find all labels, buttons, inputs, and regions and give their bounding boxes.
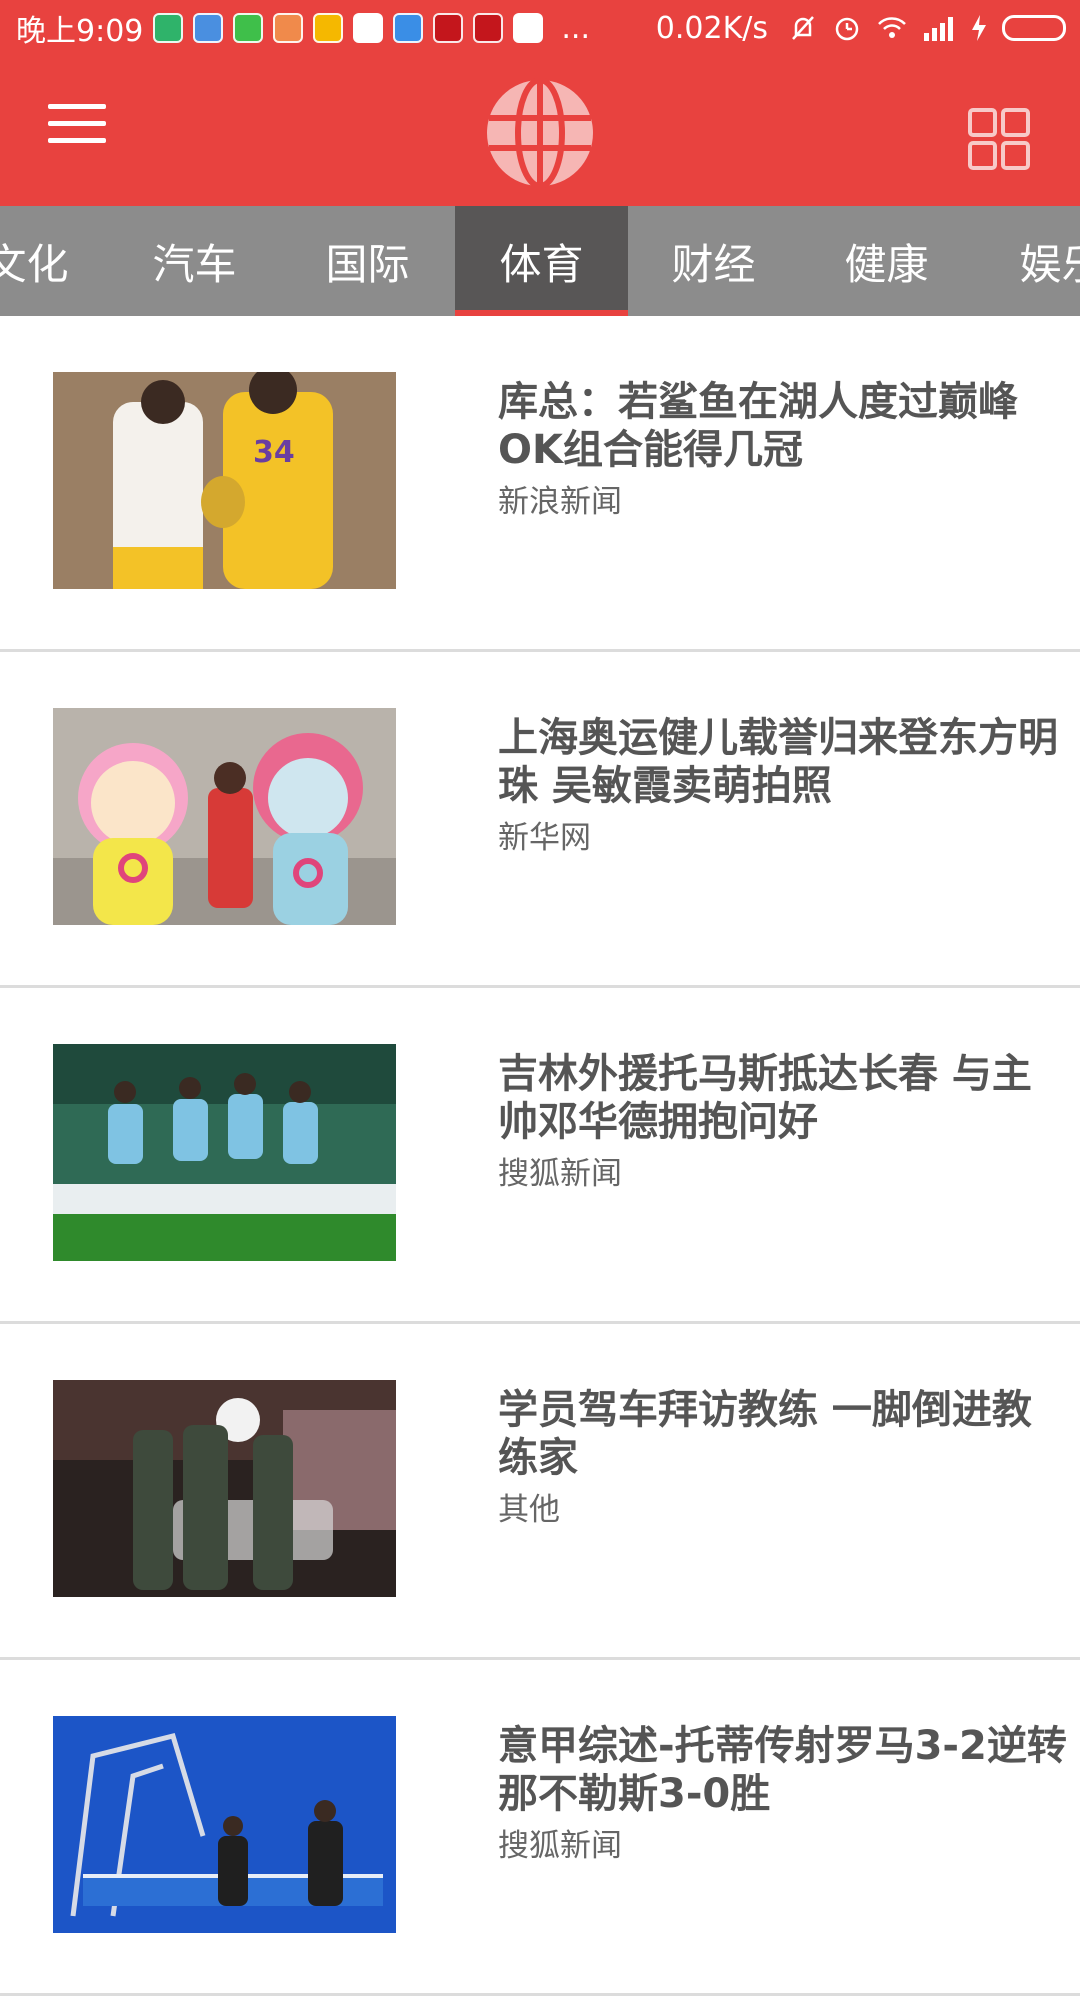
app-icon-8 (433, 13, 464, 43)
app-icon-3 (233, 13, 264, 43)
app-icon-4 (273, 13, 304, 43)
alarm-icon (835, 17, 859, 41)
hamburger-menu-icon[interactable] (48, 104, 106, 154)
app-icon-2 (193, 13, 224, 43)
battery-icon (1002, 15, 1066, 41)
tab-auto[interactable]: 汽车 (108, 206, 281, 316)
app-icon-9 (473, 13, 504, 43)
charging-icon (972, 15, 986, 41)
app-icon-7 (393, 13, 424, 43)
signal-icon (924, 17, 953, 41)
tab-health[interactable]: 健康 (800, 206, 973, 316)
notification-icons: ... (153, 11, 590, 46)
news-title: 吉林外援托马斯抵达长春 与主帅邓华德拥抱问好 (498, 1051, 1032, 1145)
network-speed: 0.02K/s (655, 10, 768, 46)
news-item[interactable]: 意甲综述-托蒂传射罗马3-2逆转那不勒斯3-0胜 搜狐新闻 (0, 1660, 1080, 1996)
category-tabs: 文化 汽车 国际 体育 财经 健康 娱乐 (0, 206, 1080, 316)
mute-bell-icon (792, 16, 814, 40)
news-source: 其他 (498, 1492, 560, 1528)
app-icon-5 (313, 13, 344, 43)
grid-icon[interactable] (968, 108, 1030, 170)
mascots-photo (53, 708, 396, 925)
status-time: 晚上9:09 (16, 14, 144, 49)
tab-entertainment[interactable]: 娱乐 (975, 206, 1080, 316)
news-title: 学员驾车拜访教练 一脚倒进教练家 (498, 1387, 1032, 1481)
news-title: 上海奥运健儿载誉归来登东方明珠 吴敏霞卖萌拍照 (498, 715, 1058, 809)
tab-sports[interactable]: 体育 (455, 206, 628, 316)
news-source: 搜狐新闻 (498, 1156, 622, 1192)
news-item[interactable]: 学员驾车拜访教练 一脚倒进教练家 其他 (0, 1324, 1080, 1660)
app-icon-10 (513, 13, 544, 43)
app-bar (0, 56, 1080, 206)
night-street-photo (53, 1380, 396, 1597)
news-title: 库总：若鲨鱼在湖人度过巅峰OK组合能得几冠 (498, 379, 1018, 473)
news-item[interactable]: 上海奥运健儿载誉归来登东方明珠 吴敏霞卖萌拍照 新华网 (0, 652, 1080, 988)
globe-logo-icon (487, 78, 593, 188)
news-source: 新浪新闻 (498, 484, 622, 520)
table-tennis-robot-photo (53, 1716, 396, 1933)
basketball-players-photo: 34 (53, 372, 396, 589)
svg-text:34: 34 (253, 435, 295, 470)
status-bar: 晚上9:09 ... 0.02K/s (0, 0, 1080, 56)
news-item[interactable]: 34 库总：若鲨鱼在湖人度过巅峰OK组合能得几冠 新浪新闻 (0, 316, 1080, 652)
more-notifications: ... (561, 10, 590, 46)
news-title: 意甲综述-托蒂传射罗马3-2逆转那不勒斯3-0胜 (498, 1723, 1067, 1817)
news-item[interactable]: 吉林外援托马斯抵达长春 与主帅邓华德拥抱问好 搜狐新闻 (0, 988, 1080, 1324)
app-icon-1 (153, 13, 184, 43)
wifi-icon (878, 17, 906, 38)
tab-international[interactable]: 国际 (281, 206, 454, 316)
soccer-players-photo (53, 1044, 396, 1261)
news-source: 新华网 (498, 820, 591, 856)
app-icon-6 (353, 13, 384, 43)
news-source: 搜狐新闻 (498, 1828, 622, 1864)
tab-culture[interactable]: 文化 (0, 206, 113, 316)
tab-finance[interactable]: 财经 (627, 206, 800, 316)
